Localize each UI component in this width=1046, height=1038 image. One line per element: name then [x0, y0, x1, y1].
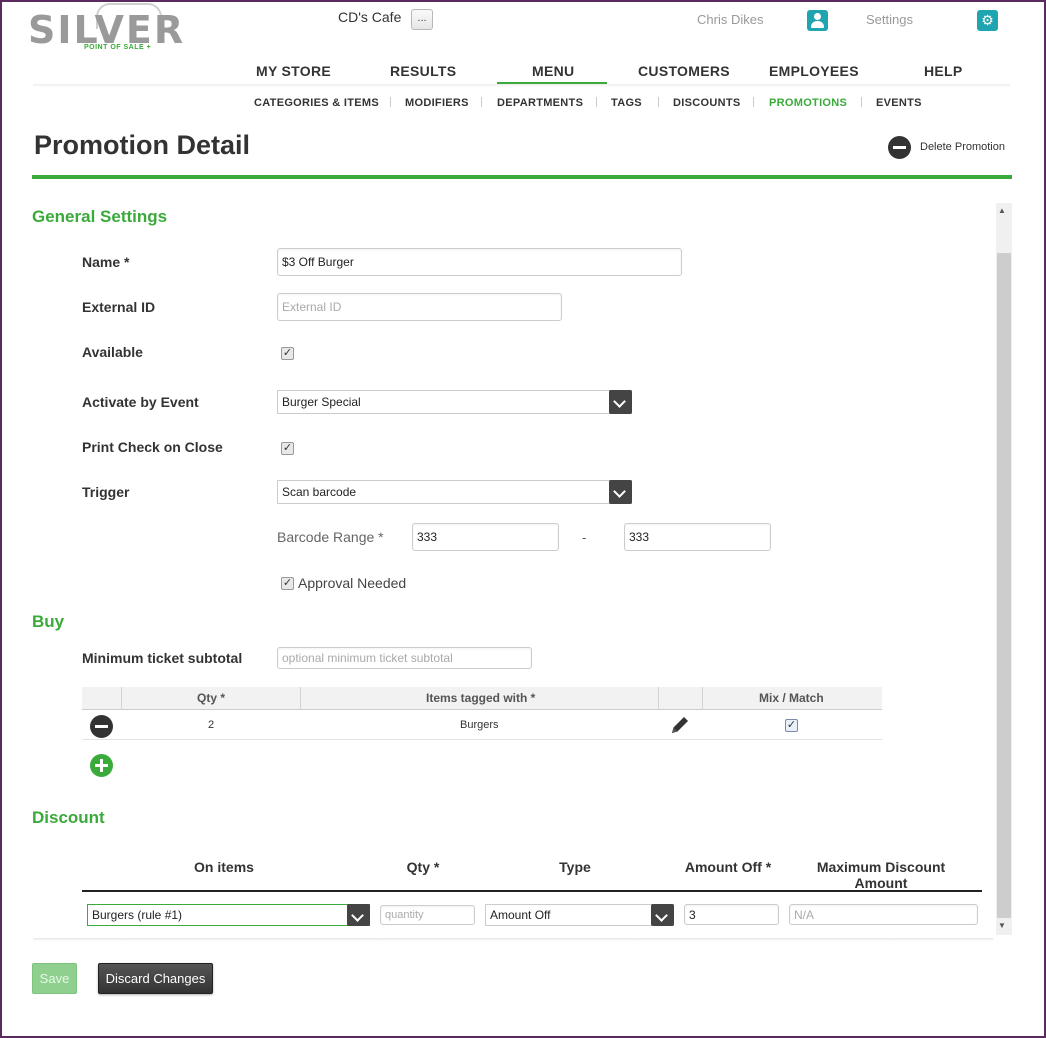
delete-promotion-icon[interactable]: [888, 136, 911, 159]
section-buy: Buy: [32, 612, 65, 631]
activate-event-label: Activate by Event: [82, 394, 199, 410]
section-discount: Discount: [32, 808, 105, 827]
nav-menu[interactable]: MENU: [532, 63, 574, 79]
section-general-settings: General Settings: [32, 207, 168, 226]
discount-qty-input[interactable]: [380, 905, 475, 925]
settings-link[interactable]: Settings: [866, 12, 913, 27]
mix-match-checkbox[interactable]: ✓: [785, 719, 798, 732]
col-type: Type: [559, 859, 591, 875]
min-subtotal-label: Minimum ticket subtotal: [82, 650, 243, 666]
main-nav: MY STORE RESULTS MENU CUSTOMERS EMPLOYEE…: [210, 60, 1010, 86]
save-button[interactable]: Save: [32, 963, 77, 994]
print-check-checkbox[interactable]: ✓: [281, 442, 294, 455]
subnav-separator: [753, 97, 754, 107]
scroll-down-arrow[interactable]: ▼: [998, 921, 1006, 930]
trigger-select[interactable]: Scan barcode: [277, 480, 632, 504]
column-divider: [658, 687, 659, 710]
col-discount-qty: Qty *: [406, 859, 440, 875]
chevron-down-icon[interactable]: [609, 390, 632, 414]
nav-employees[interactable]: EMPLOYEES: [769, 63, 859, 79]
subnav-events[interactable]: EVENTS: [876, 97, 922, 109]
col-on-items: On items: [194, 859, 254, 875]
subnav-discounts[interactable]: DISCOUNTS: [673, 97, 740, 109]
edit-pencil-icon[interactable]: [669, 714, 691, 736]
discard-changes-button[interactable]: Discard Changes: [98, 963, 213, 994]
chevron-down-icon[interactable]: [651, 904, 674, 926]
available-label: Available: [82, 344, 143, 360]
on-items-value: Burgers (rule #1): [92, 908, 183, 922]
col-max-discount: Maximum Discount Amount: [816, 859, 946, 891]
approval-needed-label: Approval Needed: [298, 575, 407, 591]
scroll-up-arrow[interactable]: ▲: [998, 206, 1006, 215]
title-divider: [32, 175, 1012, 179]
approval-needed-checkbox[interactable]: ✓: [281, 577, 294, 590]
subnav-separator: [658, 97, 659, 107]
trigger-label: Trigger: [82, 484, 130, 500]
activate-event-select[interactable]: Burger Special: [277, 390, 632, 414]
barcode-range-label: Barcode Range *: [277, 529, 384, 545]
subnav-separator: [390, 97, 391, 107]
activate-event-value: Burger Special: [282, 395, 361, 409]
store-select-button[interactable]: ...: [411, 9, 433, 30]
chevron-down-icon[interactable]: [347, 904, 370, 926]
nav-my-store[interactable]: MY STORE: [256, 63, 331, 79]
column-divider: [300, 687, 301, 710]
subnav-separator: [596, 97, 597, 107]
col-items-tagged: Items tagged with *: [426, 691, 536, 705]
barcode-from-input[interactable]: [412, 523, 559, 551]
chevron-down-icon[interactable]: [609, 480, 632, 504]
user-name[interactable]: Chris Dikes: [697, 12, 763, 27]
form-bottom-divider: [33, 938, 993, 941]
subnav-tags[interactable]: TAGS: [611, 97, 642, 109]
barcode-range-dash: -: [582, 530, 587, 545]
barcode-to-input[interactable]: [624, 523, 771, 551]
page-title: Promotion Detail: [34, 130, 251, 160]
col-amount-off: Amount Off *: [684, 859, 772, 875]
trigger-value: Scan barcode: [282, 485, 357, 499]
subnav-departments[interactable]: DEPARTMENTS: [497, 97, 583, 109]
subnav-promotions[interactable]: PROMOTIONS: [769, 97, 847, 109]
available-checkbox[interactable]: ✓: [281, 347, 294, 360]
row-tag: Burgers: [460, 719, 499, 731]
table-row: 2 Burgers ✓: [82, 711, 882, 740]
col-qty: Qty *: [197, 691, 226, 705]
store-name: CD's Cafe: [338, 9, 402, 25]
subnav-separator: [861, 97, 862, 107]
buy-table-header: Qty * Items tagged with * Mix / Match: [82, 687, 882, 710]
print-check-label: Print Check on Close: [82, 439, 223, 455]
external-id-input[interactable]: [277, 293, 562, 321]
discount-type-select[interactable]: Amount Off: [485, 904, 674, 926]
column-divider: [702, 687, 703, 710]
column-divider: [121, 687, 122, 710]
scrollbar-thumb[interactable]: [997, 253, 1011, 918]
min-subtotal-input[interactable]: [277, 647, 532, 669]
row-qty: 2: [208, 719, 215, 731]
delete-promotion-link[interactable]: Delete Promotion: [920, 141, 1005, 153]
subnav-modifiers[interactable]: MODIFIERS: [405, 97, 469, 109]
external-id-label: External ID: [82, 299, 156, 315]
discount-table-divider: [82, 890, 982, 892]
add-row-icon[interactable]: [90, 754, 113, 777]
amount-off-input[interactable]: [684, 904, 779, 925]
nav-results[interactable]: RESULTS: [390, 63, 456, 79]
nav-customers[interactable]: CUSTOMERS: [638, 63, 730, 79]
subnav-separator: [481, 97, 482, 107]
on-items-select[interactable]: Burgers (rule #1): [87, 904, 370, 926]
user-profile-icon[interactable]: [807, 10, 828, 31]
gear-icon[interactable]: ⚙: [977, 10, 998, 31]
nav-help[interactable]: HELP: [924, 63, 963, 79]
col-mix-match: Mix / Match: [759, 691, 824, 705]
name-input[interactable]: [277, 248, 682, 276]
remove-row-icon[interactable]: [90, 715, 113, 738]
max-discount-input[interactable]: [789, 904, 978, 925]
sub-nav: CATEGORIES & ITEMS MODIFIERS DEPARTMENTS…: [250, 95, 950, 113]
nav-divider: [33, 84, 1010, 87]
name-label: Name *: [82, 254, 130, 270]
subnav-categories-items[interactable]: CATEGORIES & ITEMS: [254, 97, 379, 109]
discount-type-value: Amount Off: [490, 908, 551, 922]
logo-tagline: POINT OF SALE +: [84, 44, 152, 51]
